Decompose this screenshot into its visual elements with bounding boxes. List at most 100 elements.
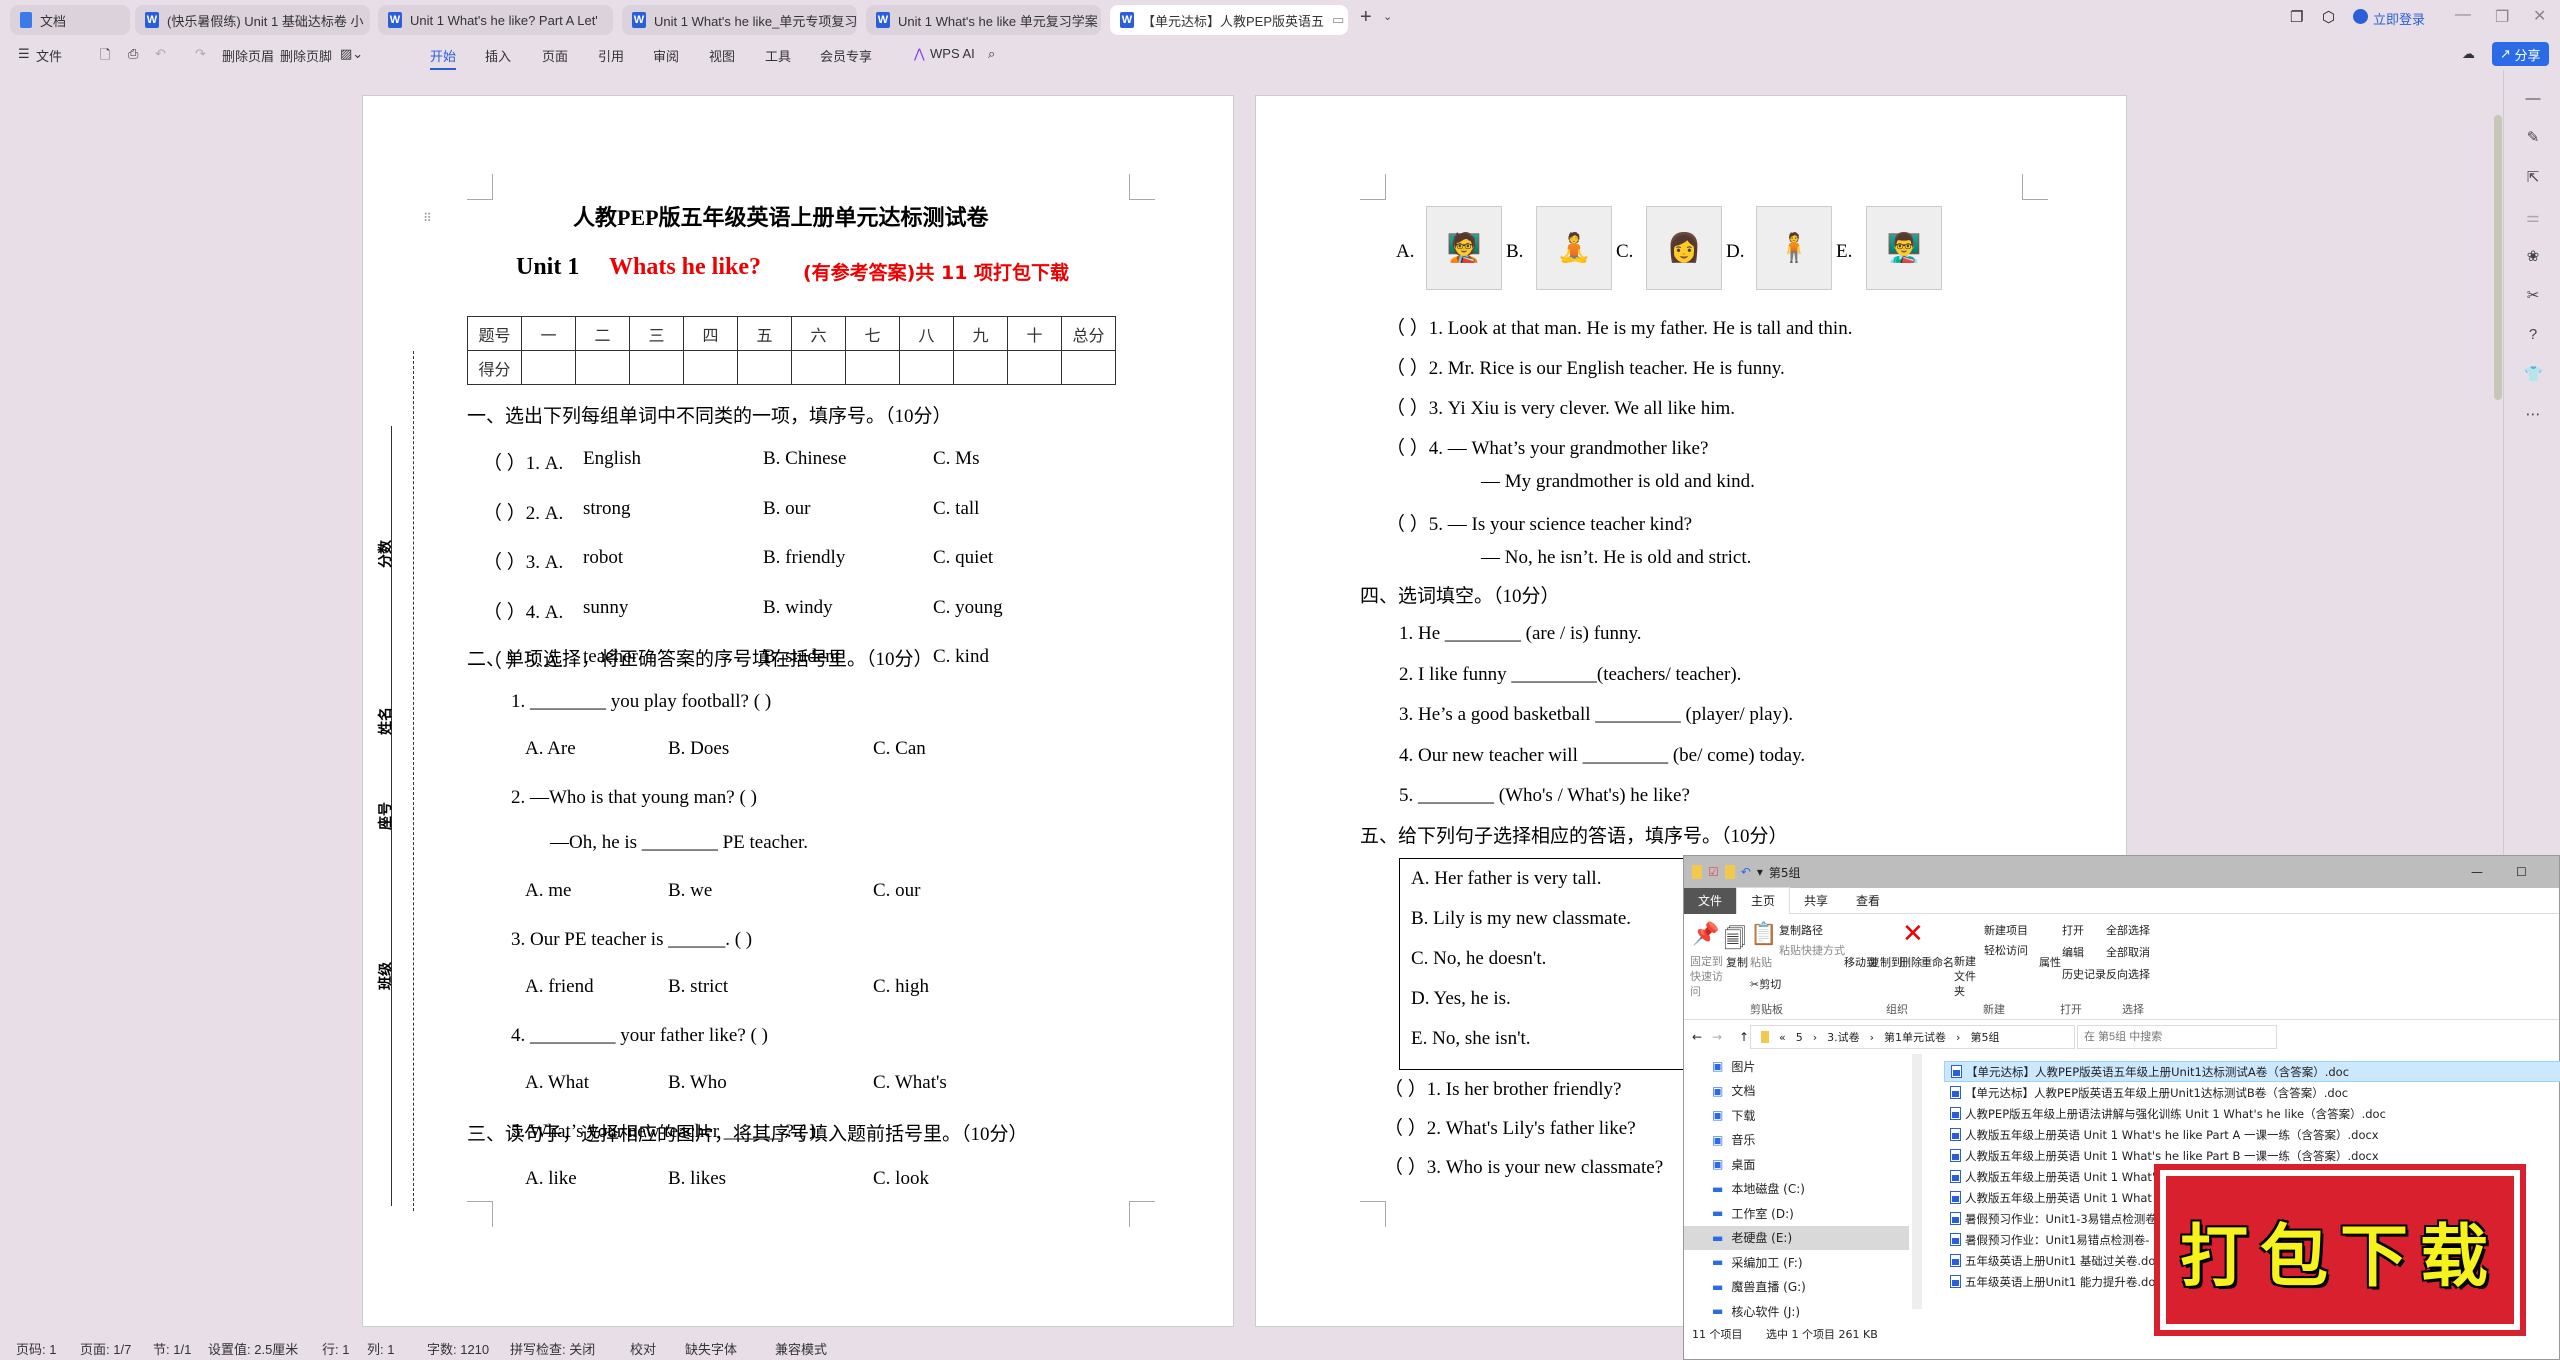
nav-item[interactable]: ▬ 核心软件 (J:) <box>1684 1299 1909 1324</box>
tab-insert[interactable]: 插入 <box>485 46 511 65</box>
select-cursor-icon[interactable]: ⇱ <box>2524 168 2542 186</box>
copy-to-button[interactable]: 复制到 <box>1869 954 1902 970</box>
pen-icon[interactable]: ✎ <box>2524 128 2542 146</box>
collapse-icon[interactable]: — <box>2524 90 2542 108</box>
new-folder-button[interactable]: 新建文件夹 <box>1954 954 1984 999</box>
score-input-cell[interactable] <box>629 350 684 385</box>
copy-path-button[interactable]: 复制路径 <box>1779 922 1823 938</box>
properties-button[interactable]: 属性 <box>2039 954 2061 970</box>
cube-icon[interactable]: ⬡ <box>2322 8 2335 26</box>
delete-footer-button[interactable]: 删除页脚 <box>280 46 332 65</box>
breadcrumb-item[interactable]: 第1单元试卷 <box>1884 1029 1946 1045</box>
close-window-icon[interactable]: ✕ <box>2533 6 2546 26</box>
tab-doc-3[interactable]: W Unit 1 What's he like_单元专项复习 <box>622 5 857 35</box>
easy-access-button[interactable]: 轻松访问 <box>1984 942 2028 958</box>
chevron-down-icon[interactable]: ⌄ <box>1383 10 1392 23</box>
paste-shortcut-button[interactable]: 粘贴快捷方式 <box>1779 942 1845 958</box>
properties-quick-icon[interactable]: ☑ <box>1708 865 1719 879</box>
minimize-icon[interactable]: — <box>2455 6 2471 24</box>
file-item[interactable]: 人教版五年级上册英语 Unit 1 What's he like Part B … <box>1944 1145 2560 1166</box>
select-none-button[interactable]: 全部取消 <box>2106 944 2150 960</box>
search-icon[interactable]: ⌕ <box>988 46 995 62</box>
score-input-cell[interactable] <box>845 350 900 385</box>
undo-icon[interactable]: ↶ <box>1741 865 1751 879</box>
up-icon[interactable]: ↑ <box>1739 1030 1749 1044</box>
share-button[interactable]: ↗ 分享 <box>2492 42 2549 66</box>
tab-doc-2[interactable]: W Unit 1 What's he like? Part A Let' <box>378 5 613 35</box>
status-item[interactable]: 拼写检查: 关闭 <box>510 1339 595 1358</box>
status-item[interactable]: 校对 <box>630 1339 656 1358</box>
adjust-icon[interactable]: ⚌ <box>2524 208 2542 226</box>
file-item[interactable]: 【单元达标】人教PEP版英语五年级上册Unit1达标测试B卷（含答案）.doc <box>1944 1082 2560 1103</box>
status-item[interactable]: 兼容模式 <box>775 1339 827 1358</box>
page-border-icon[interactable]: ▨⌄ <box>340 46 363 62</box>
forward-icon[interactable]: → <box>1712 1030 1722 1044</box>
folder-quick-icon[interactable] <box>1724 865 1735 879</box>
score-input-cell[interactable] <box>953 350 1008 385</box>
explorer-search-input[interactable] <box>2077 1025 2277 1049</box>
save-icon[interactable]: 🗋 <box>100 46 110 68</box>
undo-icon[interactable]: ↶ <box>155 46 166 62</box>
edit-button[interactable]: 编辑 <box>2062 944 2084 960</box>
nav-item[interactable]: ▬ 本地磁盘 (C:) <box>1684 1177 1909 1202</box>
invert-selection-button[interactable]: 反向选择 <box>2106 966 2150 982</box>
score-input-cell[interactable] <box>737 350 792 385</box>
customize-qat-icon[interactable]: ▾ <box>1757 865 1763 879</box>
score-input-cell[interactable] <box>1007 350 1062 385</box>
nav-item[interactable]: ▣ 下载 <box>1684 1103 1909 1128</box>
redo-icon[interactable]: ↷ <box>195 46 206 62</box>
wps-ai-button[interactable]: WPS AI <box>930 46 975 61</box>
delete-button[interactable]: 删除 <box>1900 954 1922 970</box>
tab-doc-1[interactable]: W (快乐暑假练) Unit 1 基础达标卷 小 <box>135 5 370 35</box>
delete-header-button[interactable]: 删除页眉 <box>222 46 274 65</box>
drag-handle-icon[interactable]: ⠿ <box>423 211 432 226</box>
breadcrumb-item[interactable]: 3.试卷 <box>1827 1029 1860 1045</box>
score-input-cell[interactable] <box>521 350 576 385</box>
history-button[interactable]: 历史记录 <box>2062 966 2106 982</box>
nav-item[interactable]: ▣ 文档 <box>1684 1079 1909 1104</box>
cloud-upload-icon[interactable]: ☁ <box>2462 46 2475 62</box>
menu-icon[interactable]: ☰ <box>18 46 30 62</box>
tab-active-doc[interactable]: W【单元达标】人教PEP版英语五▭✕ <box>1110 5 1348 35</box>
explorer-tab-home[interactable]: 主页 <box>1736 887 1791 914</box>
nav-item[interactable]: ▬ 魔兽直播 (G:) <box>1684 1275 1909 1300</box>
monitor-icon[interactable]: ▭ <box>1332 12 1344 28</box>
nav-item[interactable]: ▬ 老硬盘 (E:) <box>1684 1225 1909 1250</box>
tab-member[interactable]: 会员专享 <box>820 46 872 65</box>
tools-icon[interactable]: ✂ <box>2524 286 2542 304</box>
maximize-icon[interactable]: ☐ <box>2516 865 2527 879</box>
file-menu[interactable]: 文件 <box>36 46 62 65</box>
status-item[interactable]: 缺失字体 <box>685 1339 737 1358</box>
score-input-cell[interactable] <box>575 350 630 385</box>
rename-button[interactable]: 重命名 <box>1921 954 1954 970</box>
tab-docs[interactable]: 文档 <box>10 5 130 35</box>
file-item[interactable]: 【单元达标】人教PEP版英语五年级上册Unit1达标测试A卷（含答案）.doc <box>1944 1061 2560 1082</box>
tab-references[interactable]: 引用 <box>598 46 624 65</box>
breadcrumb-item[interactable]: 第5组 <box>1970 1029 1999 1045</box>
address-bar[interactable]: « 5 › 3.试卷 › 第1单元试卷 › 第5组 <box>1750 1025 2075 1049</box>
explorer-tab-file[interactable]: 文件 <box>1684 887 1737 914</box>
score-input-cell[interactable] <box>683 350 738 385</box>
tab-review[interactable]: 审阅 <box>653 46 679 65</box>
vertical-scrollbar[interactable] <box>2494 115 2502 400</box>
minimize-icon[interactable]: — <box>2471 865 2483 879</box>
copy-button[interactable]: 复制 <box>1726 954 1748 970</box>
score-input-cell[interactable] <box>791 350 846 385</box>
explorer-tab-view[interactable]: 查看 <box>1842 888 1894 914</box>
nav-item[interactable]: ▣ 桌面 <box>1684 1152 1909 1177</box>
restore-icon[interactable]: ❐ <box>2495 7 2509 27</box>
tab-home[interactable]: 开始 <box>430 46 457 70</box>
tab-view[interactable]: 视图 <box>709 46 735 65</box>
help-icon[interactable]: ? <box>2524 326 2542 344</box>
skin-icon[interactable]: 👕 <box>2524 365 2543 383</box>
breadcrumb-item[interactable]: 5 <box>1796 1031 1803 1044</box>
tab-doc-4[interactable]: W Unit 1 What's he like 单元复习学案 <box>866 5 1101 35</box>
score-input-cell[interactable] <box>1061 350 1116 385</box>
package-download-stamp[interactable]: 打包下载 <box>2154 1164 2526 1336</box>
more-icon[interactable]: ⋯ <box>2524 405 2542 423</box>
nav-item[interactable]: ▬ 工作室 (D:) <box>1684 1201 1909 1226</box>
nav-item[interactable]: ▬ 采编加工 (F:) <box>1684 1250 1909 1275</box>
back-icon[interactable]: ← <box>1692 1030 1702 1044</box>
tab-page[interactable]: 页面 <box>542 46 568 65</box>
file-item[interactable]: 人教版五年级上册英语 Unit 1 What's he like Part A … <box>1944 1124 2560 1145</box>
